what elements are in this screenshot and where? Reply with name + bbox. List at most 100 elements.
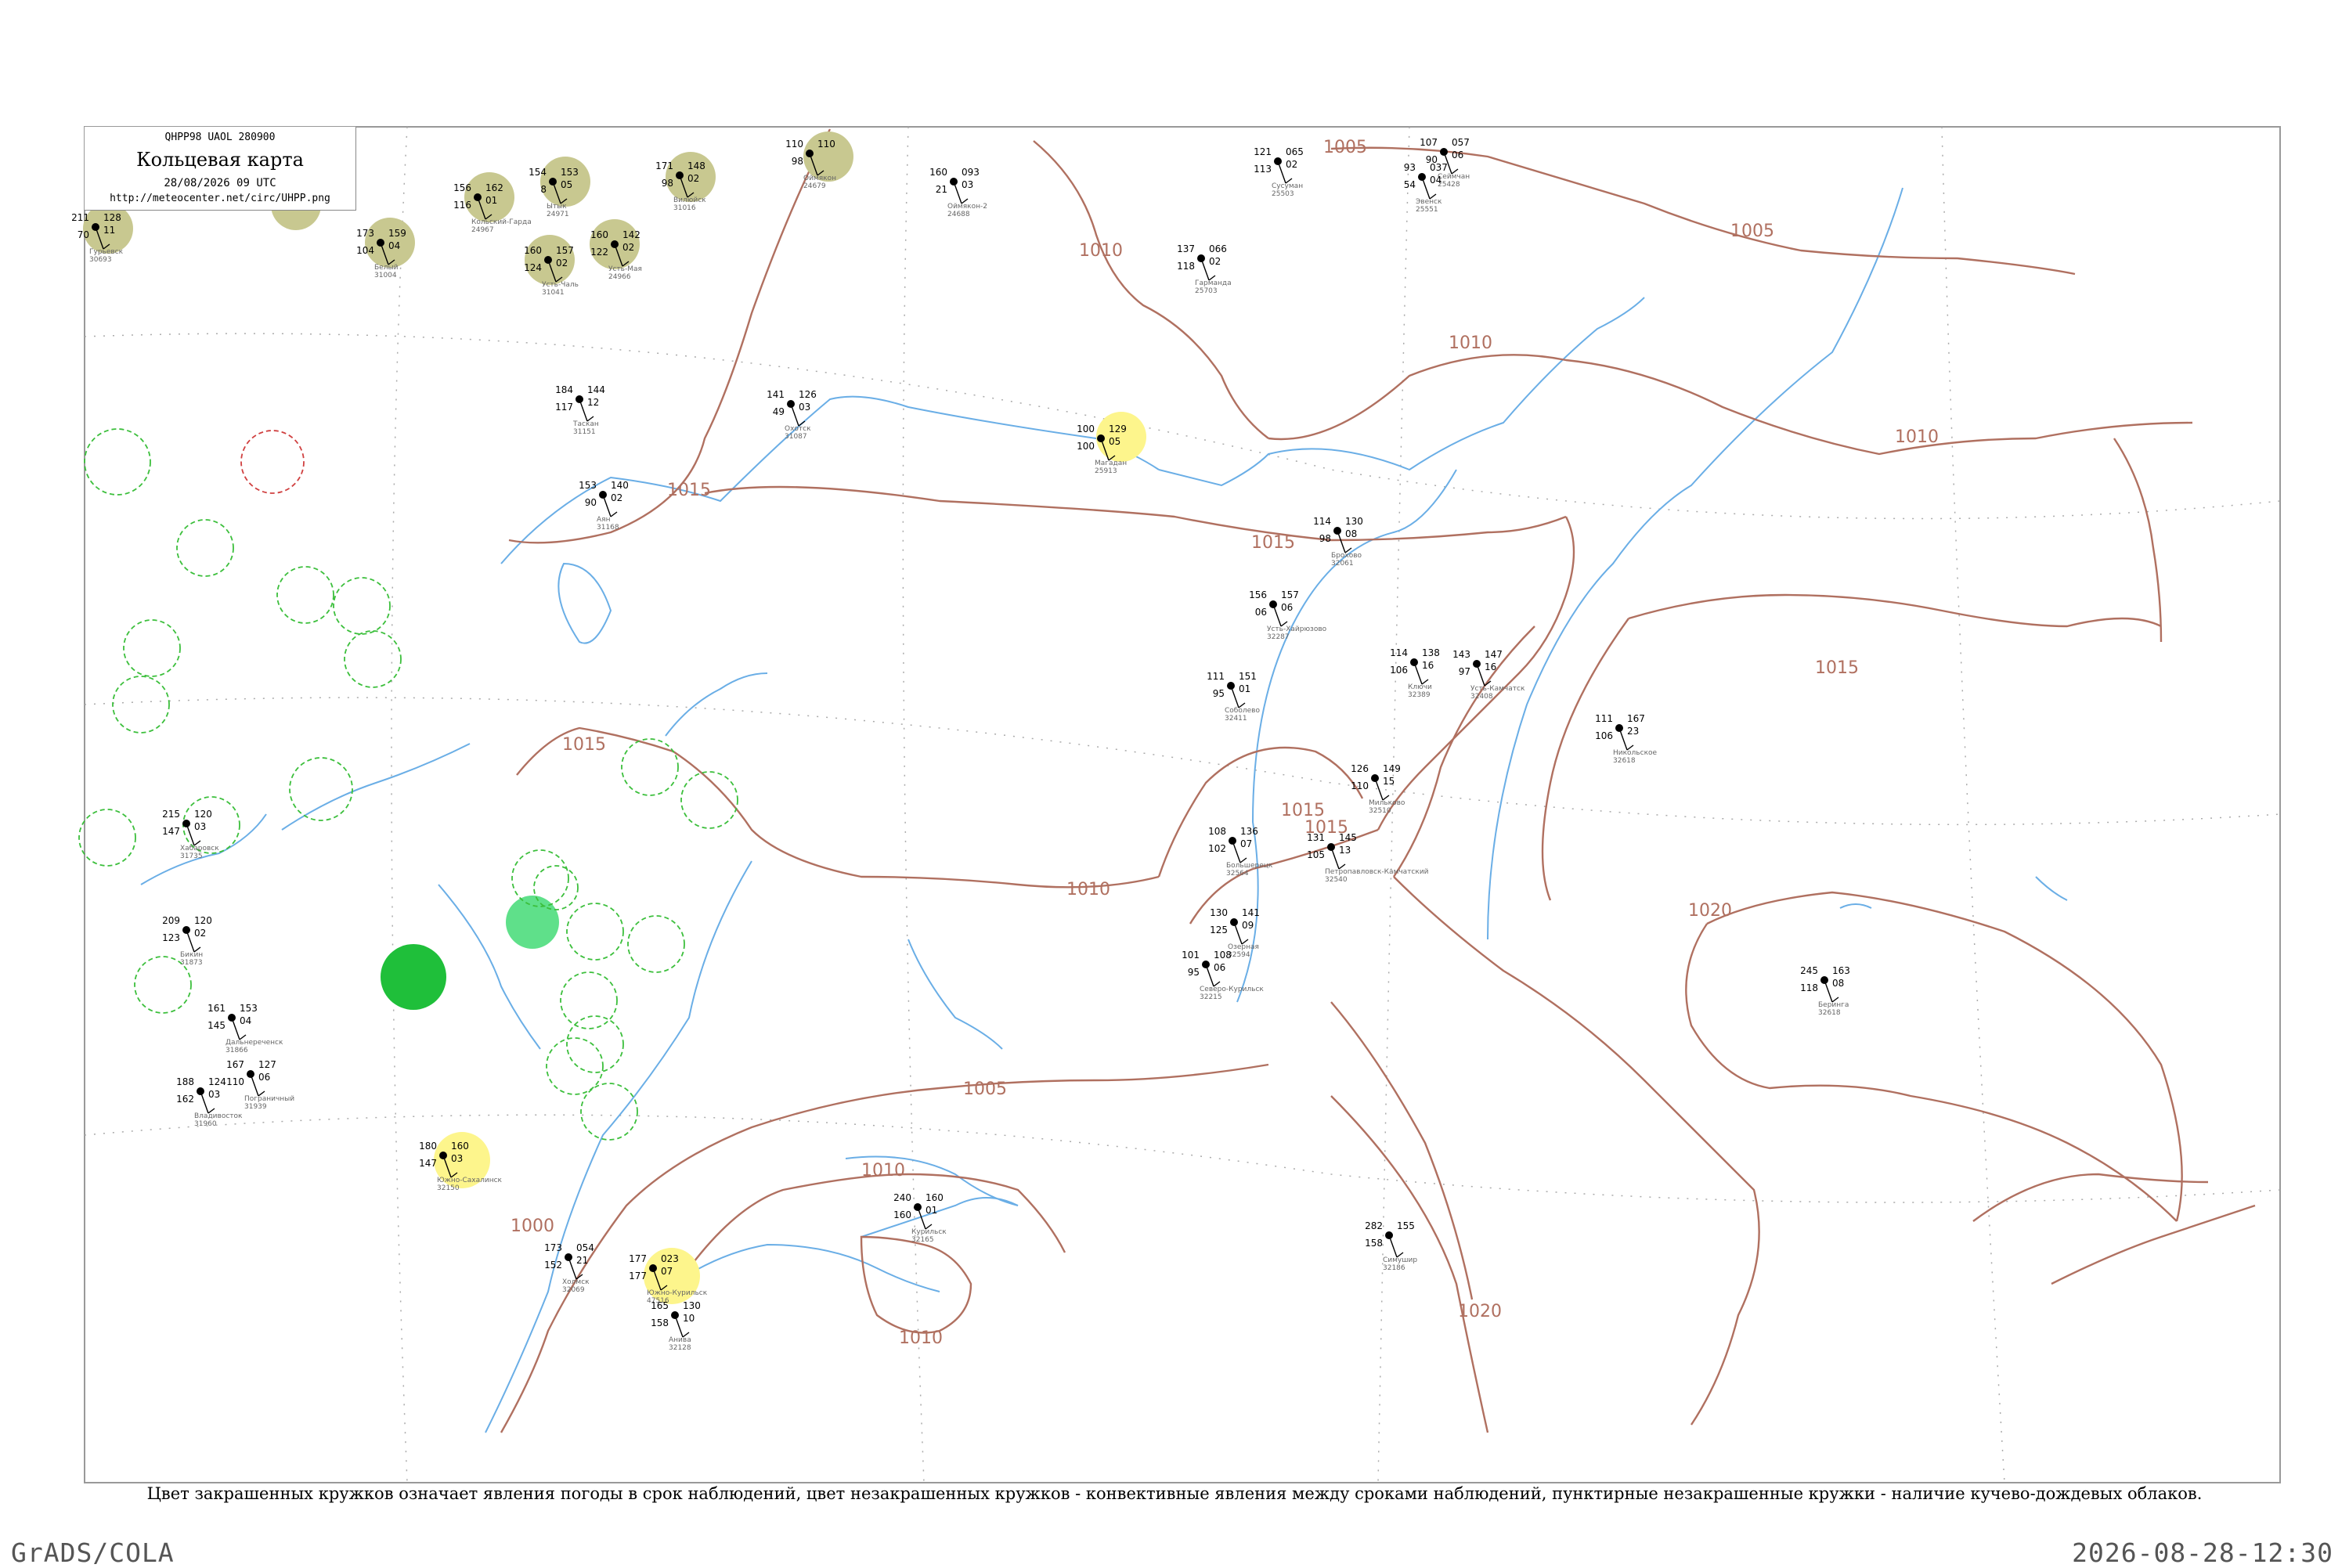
station-index: 32389	[1408, 691, 1431, 699]
station-temperature: 245	[1800, 965, 1818, 976]
station-temperature: 141	[767, 389, 785, 400]
station-temperature: 240	[893, 1192, 911, 1203]
station-name: Курильск	[911, 1228, 947, 1236]
station-pressure: 127	[258, 1059, 276, 1070]
cb-circle	[566, 903, 624, 961]
station-index: 32165	[911, 1236, 934, 1244]
station-model: 114 130 98 08 Брохово32061	[1313, 516, 1363, 568]
station-model: 161 153 145 04 Дальнереченск31866	[207, 1003, 283, 1054]
station-dewpoint: 116	[453, 200, 471, 211]
wind-barb	[1232, 840, 1241, 863]
isobar-label: 1005	[1323, 138, 1367, 157]
station-name: Магадан	[1095, 460, 1127, 467]
station-dewpoint: 106	[1595, 730, 1613, 741]
station-model: 131 145 105 13 Петропавловск-Камчатский32540	[1307, 832, 1429, 884]
station-index: 25913	[1095, 467, 1117, 475]
station-dewpoint: 97	[1459, 666, 1470, 677]
cb-circle-red	[240, 430, 305, 494]
station-dewpoint: 177	[629, 1271, 647, 1281]
station-pressure-tendency: 03	[962, 179, 973, 190]
wind-barb	[1824, 979, 1833, 1003]
station-index: 31087	[785, 433, 807, 441]
station-dewpoint: 95	[1213, 688, 1225, 699]
wind-barb	[1388, 1235, 1398, 1258]
map-url[interactable]: http://meteocenter.net/circ/UHPP.png	[85, 193, 355, 204]
station-temperature: 108	[1208, 826, 1226, 837]
wind-barb	[1233, 921, 1243, 945]
isobar-label: 1010	[899, 1328, 943, 1348]
station-index: 31004	[374, 272, 397, 279]
station-pressure: 163	[1832, 965, 1850, 976]
station-dewpoint: 110	[1351, 780, 1369, 791]
station-pressure-tendency: 08	[1345, 528, 1357, 539]
station-pressure-tendency: 05	[561, 179, 572, 190]
wind-barb	[790, 403, 799, 427]
rivers	[140, 187, 2068, 1433]
station-pressure: 157	[1281, 589, 1299, 600]
wind-barb	[568, 1256, 577, 1280]
station-dewpoint: 102	[1208, 843, 1226, 854]
station-pressure-tendency: 16	[1485, 661, 1496, 672]
isobar-label: 1010	[861, 1161, 905, 1181]
station-dewpoint: 100	[1077, 441, 1095, 452]
cb-circle	[276, 566, 334, 624]
station-temperature: 173	[544, 1242, 562, 1253]
isobar-label: 1015	[1251, 533, 1295, 553]
station-name: Белый	[374, 264, 399, 272]
cb-circle	[580, 1083, 638, 1141]
station-pressure-tendency: 05	[1109, 436, 1120, 447]
station-pressure: 151	[1239, 671, 1257, 682]
station-model: 108 136 102 07 Большерецк32564	[1208, 826, 1273, 878]
station-name: Охотск	[785, 425, 811, 433]
station-name: Хабаровск	[180, 845, 219, 852]
station-pressure-tendency: 07	[1240, 838, 1252, 849]
station-pressure: 126	[799, 389, 817, 400]
station-index: 32618	[1818, 1009, 1841, 1017]
station-pressure: 140	[611, 480, 629, 491]
station-name: Никольское	[1613, 749, 1658, 757]
station-pressure-tendency: 02	[194, 928, 206, 939]
station-name: Оймякон	[803, 175, 836, 182]
station-name: Симушир	[1383, 1256, 1417, 1264]
station-pressure: 136	[1240, 826, 1258, 837]
cb-circle	[533, 865, 579, 910]
station-temperature: 160	[524, 245, 542, 256]
station-index: 24966	[608, 273, 631, 281]
station-pressure: 110	[817, 139, 835, 150]
station-pressure-tendency: 04	[1430, 175, 1442, 186]
filled-circles	[83, 132, 1146, 1304]
station-circle-green-light	[506, 896, 559, 949]
station-temperature: 156	[1249, 589, 1267, 600]
station-dewpoint: 158	[651, 1317, 669, 1328]
wind-barb	[1413, 661, 1423, 685]
station-temperature: 180	[419, 1141, 437, 1152]
station-name: Большерецк	[1226, 862, 1273, 870]
station-name: Южно-Курильск	[647, 1289, 708, 1297]
station-pressure: 130	[683, 1300, 701, 1311]
cb-circle	[560, 971, 618, 1029]
station-dewpoint: 162	[176, 1094, 194, 1105]
station-name: Анива	[669, 1336, 691, 1344]
station-pressure: 147	[1485, 649, 1503, 660]
station-temperature: 160	[929, 167, 947, 178]
cb-circle	[621, 738, 679, 796]
station-model: 111 167 106 23 Никольское32618	[1595, 713, 1657, 765]
station-pressure-tendency: 15	[1383, 776, 1395, 787]
cb-circle	[333, 577, 391, 635]
station-name: Усть-Камчатск	[1470, 685, 1525, 693]
station-model: 153 140 90 02 Аян31168	[579, 480, 629, 532]
station-model: 165 130 158 10 Анива32128	[651, 1300, 701, 1352]
station-temperature: 130	[1210, 907, 1228, 918]
station-name: Петропавловск-Камчатский	[1325, 868, 1429, 876]
wind-barb	[1476, 663, 1485, 687]
station-dewpoint: 110	[226, 1076, 244, 1087]
isobar-label: 1005	[1730, 222, 1774, 241]
station-temperature: 107	[1420, 137, 1438, 148]
station-model: 184 144 117 12 Таскан31151	[555, 384, 605, 436]
cb-circle	[627, 915, 685, 973]
station-name: Сеймчан	[1438, 173, 1470, 181]
station-dewpoint: 117	[555, 402, 573, 413]
cb-circle	[78, 809, 136, 867]
station-name: Южно-Сахалинск	[437, 1177, 503, 1184]
station-pressure: 149	[1383, 763, 1401, 774]
